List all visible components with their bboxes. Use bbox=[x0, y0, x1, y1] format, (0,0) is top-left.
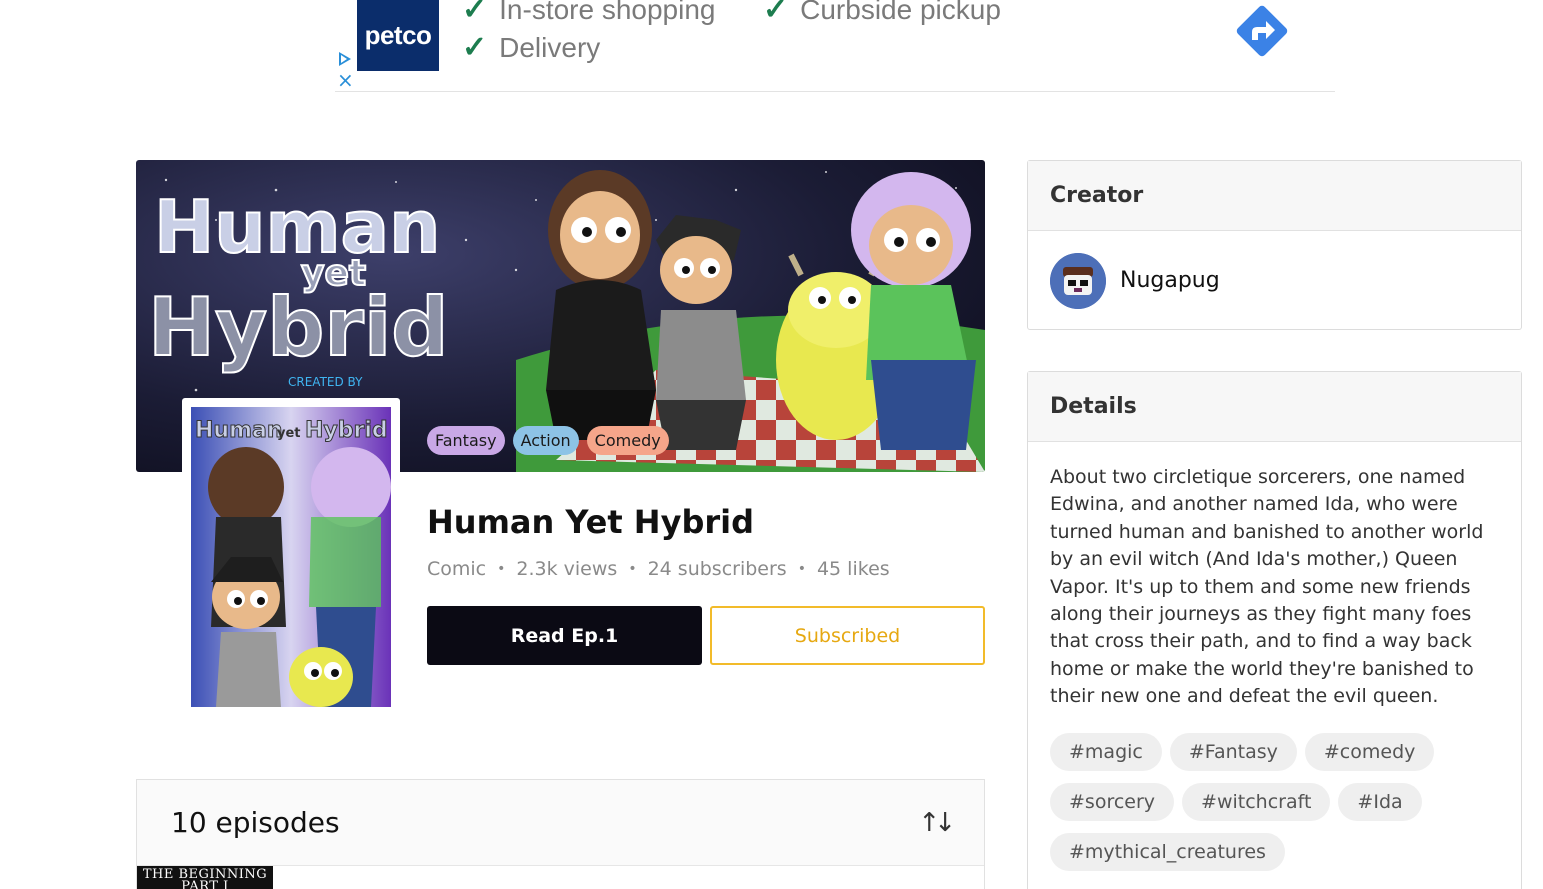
check-icon: ✓ bbox=[763, 0, 789, 26]
check-icon: ✓ bbox=[462, 31, 488, 64]
banner-title-line1: Human bbox=[154, 185, 440, 269]
hashtag[interactable]: #Fantasy bbox=[1169, 732, 1297, 771]
details-panel: Details About two circletique sorcerers,… bbox=[1027, 371, 1522, 889]
creator-panel: Creator Nugapug bbox=[1027, 160, 1522, 330]
series-type: Comic bbox=[427, 558, 487, 580]
series-meta: Comic • 2.3k views • 24 subscribers • 45… bbox=[427, 558, 890, 580]
genre-tag-fantasy[interactable]: Fantasy bbox=[427, 426, 505, 455]
sort-icon[interactable]: ↑↓ bbox=[918, 808, 955, 838]
read-ep1-button[interactable]: Read Ep.1 bbox=[427, 606, 702, 665]
cover-title-3: Hybrid bbox=[305, 418, 388, 443]
cover-title-2: yet bbox=[277, 426, 301, 441]
episode-thumbnail[interactable]: THE BEGINNING PART I bbox=[137, 866, 273, 889]
petco-logo[interactable]: petco bbox=[357, 0, 439, 71]
series-title: Human Yet Hybrid bbox=[427, 503, 754, 541]
ad-feature-curbside: ✓ Curbside pickup bbox=[763, 0, 1001, 27]
ad-close-icon[interactable]: × bbox=[337, 70, 355, 90]
hashtag[interactable]: #sorcery bbox=[1050, 782, 1175, 821]
ad-choices-icon[interactable] bbox=[339, 52, 351, 66]
hashtag[interactable]: #magic bbox=[1050, 732, 1162, 771]
genre-tag-action[interactable]: Action bbox=[512, 426, 579, 455]
series-views: 2.3k views bbox=[516, 558, 618, 580]
subscribe-button[interactable]: Subscribed bbox=[710, 606, 985, 665]
ad-feature-delivery: ✓ Delivery bbox=[462, 31, 601, 64]
hashtag[interactable]: #mythical_creatures bbox=[1050, 832, 1285, 871]
details-heading: Details bbox=[1028, 372, 1521, 442]
series-likes: 45 likes bbox=[816, 558, 890, 580]
genre-tags: Fantasy Action Comedy bbox=[427, 426, 669, 455]
episodes-header: 10 episodes ↑↓ bbox=[137, 780, 984, 866]
creator-row[interactable]: Nugapug bbox=[1028, 231, 1521, 330]
creator-avatar[interactable] bbox=[1050, 252, 1106, 309]
banner-title-line3: Hybrid bbox=[148, 281, 449, 374]
check-icon: ✓ bbox=[462, 0, 488, 26]
directions-icon[interactable] bbox=[1230, 0, 1294, 62]
episode-count: 10 episodes bbox=[171, 806, 340, 839]
cover-title-1: Human bbox=[195, 418, 283, 443]
hashtag-list: #magic #Fantasy #comedy #sorcery #witchc… bbox=[1028, 711, 1521, 871]
creator-heading: Creator bbox=[1028, 161, 1521, 231]
series-cover: Human yet Hybrid bbox=[182, 398, 400, 707]
hashtag[interactable]: #witchcraft bbox=[1182, 782, 1331, 821]
episodes-panel: 10 episodes ↑↓ THE BEGINNING PART I bbox=[136, 779, 985, 889]
ad-banner[interactable]: × petco ✓ In-store shopping ✓ Curbside p… bbox=[335, 0, 1335, 92]
hashtag[interactable]: #comedy bbox=[1304, 732, 1435, 771]
creator-name[interactable]: Nugapug bbox=[1120, 268, 1220, 293]
banner-credit: CREATED BY bbox=[288, 375, 363, 389]
ad-feature-instore: ✓ In-store shopping bbox=[462, 0, 716, 27]
series-subscribers: 24 subscribers bbox=[647, 558, 787, 580]
ad-choices[interactable]: × bbox=[335, 48, 355, 90]
genre-tag-comedy[interactable]: Comedy bbox=[586, 426, 669, 455]
series-description: About two circletique sorcerers, one nam… bbox=[1050, 466, 1484, 708]
hashtag[interactable]: #Ida bbox=[1338, 782, 1422, 821]
